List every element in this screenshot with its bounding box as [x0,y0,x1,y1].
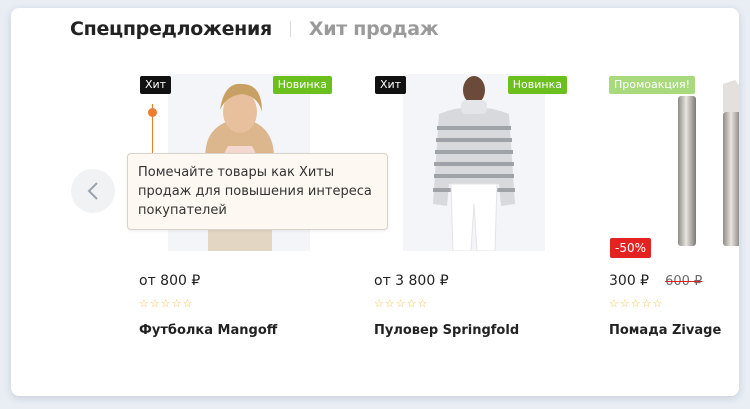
badge-discount: -50% [610,238,652,258]
star-outline-icon: ☆ [417,297,428,310]
tab-special-offers[interactable]: Спецпредложения [70,18,272,40]
tab-bestsellers[interactable]: Хит продаж [309,18,439,40]
product-price: 300 ₽ [609,273,650,289]
badge-new: Новинка [507,76,567,94]
carousel-prev-button[interactable] [71,169,115,213]
product-name[interactable]: Помада Zivage [609,323,721,338]
rating-stars[interactable]: ☆ ☆ ☆ ☆ ☆ [374,298,427,310]
star-outline-icon: ☆ [160,297,171,310]
star-outline-icon: ☆ [641,297,652,310]
product-old-price: 600 ₽ [665,274,703,289]
badge-new: Новинка [272,76,332,94]
star-outline-icon: ☆ [384,297,395,310]
special-offers-widget: Спецпредложения Хит продаж Хит Новинка о… [11,8,739,396]
product-name[interactable]: Пуловер Springfold [374,323,519,338]
star-outline-icon: ☆ [182,297,193,310]
hint-tooltip: Помечайте товары как Хиты продаж для пов… [127,153,388,230]
product-name[interactable]: Футболка Mangoff [139,323,277,338]
rating-stars[interactable]: ☆ ☆ ☆ ☆ ☆ [139,298,192,310]
star-outline-icon: ☆ [395,297,406,310]
star-outline-icon: ☆ [171,297,182,310]
star-outline-icon: ☆ [374,297,384,310]
striped-pullover-photo [403,74,545,251]
star-outline-icon: ☆ [619,297,630,310]
star-outline-icon: ☆ [406,297,417,310]
tooltip-pointer-dot [148,108,157,117]
product-image[interactable] [403,74,545,251]
star-outline-icon: ☆ [609,297,619,310]
badge-hit: Хит [375,76,407,94]
star-outline-icon: ☆ [149,297,160,310]
badge-promo: Промоакция! [609,76,696,94]
product-image[interactable] [645,74,739,251]
rating-stars[interactable]: ☆ ☆ ☆ ☆ ☆ [609,298,662,310]
chevron-left-icon [87,182,98,200]
star-outline-icon: ☆ [652,297,663,310]
product-price: от 800 ₽ [139,273,201,289]
star-outline-icon: ☆ [139,297,149,310]
tab-divider [289,21,291,37]
star-outline-icon: ☆ [630,297,641,310]
tabs: Спецпредложения Хит продаж [70,18,439,40]
product-price: от 3 800 ₽ [374,273,449,289]
badge-hit: Хит [140,76,172,94]
lipstick-photo [645,74,739,251]
